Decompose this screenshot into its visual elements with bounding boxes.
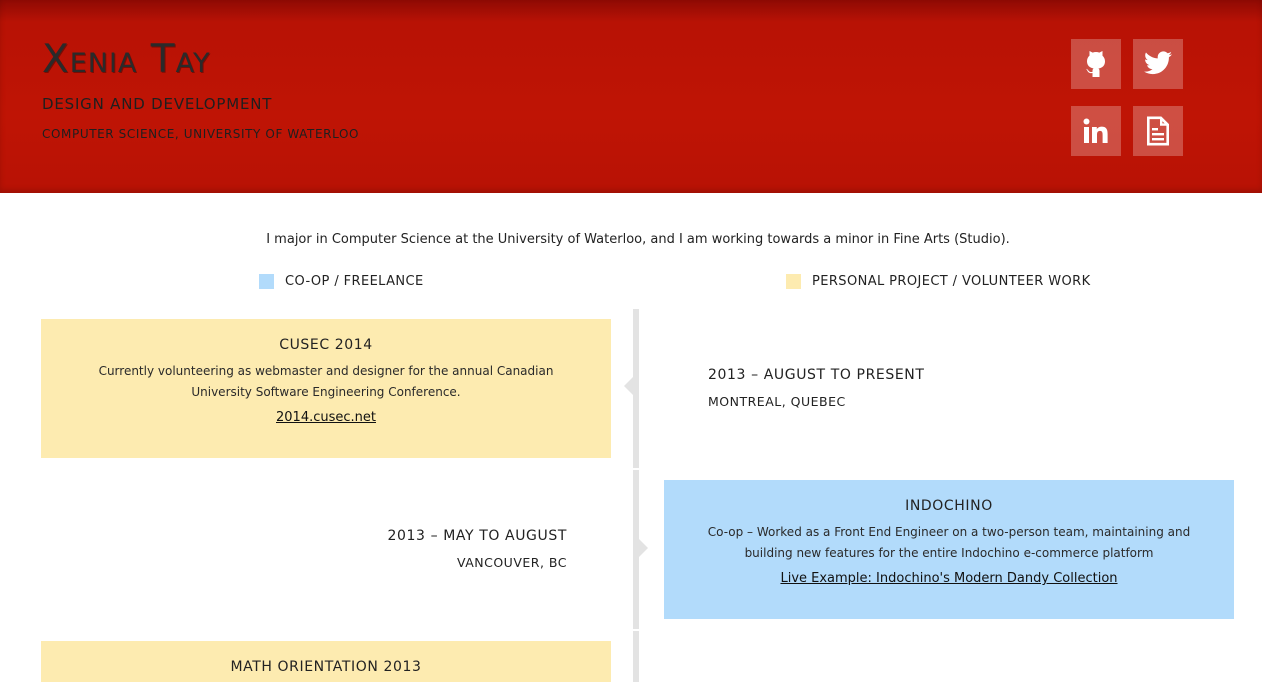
card-title: INDOCHINO bbox=[905, 498, 993, 514]
timeline-separator bbox=[633, 629, 639, 631]
legend-label-personal: PERSONAL PROJECT / VOLUNTEER WORK bbox=[812, 273, 1091, 289]
card-link[interactable]: Live Example: Indochino's Modern Dandy C… bbox=[780, 571, 1117, 586]
twitter-link[interactable] bbox=[1133, 39, 1183, 89]
resume-link[interactable] bbox=[1133, 106, 1183, 156]
legend-coop: CO-OP / FREELANCE bbox=[259, 273, 424, 289]
timeline-card-indochino: INDOCHINO Co-op – Worked as a Front End … bbox=[664, 480, 1234, 619]
linkedin-icon bbox=[1083, 118, 1108, 143]
resume-icon bbox=[1147, 116, 1169, 146]
timeline-date: 2013 – AUGUST TO PRESENT bbox=[708, 367, 925, 383]
site-title: Xenia Tay bbox=[42, 37, 211, 82]
timeline-card-cusec: CUSEC 2014 Currently volunteering as web… bbox=[41, 319, 611, 458]
card-description: Co-op – Worked as a Front End Engineer o… bbox=[707, 525, 1191, 560]
site-subtitle: DESIGN AND DEVELOPMENT bbox=[42, 95, 273, 113]
card-description: Currently volunteering as webmaster and … bbox=[98, 364, 554, 399]
legend-swatch-personal bbox=[786, 273, 801, 289]
github-icon bbox=[1086, 51, 1105, 77]
card-link[interactable]: 2014.cusec.net bbox=[276, 410, 376, 425]
legend-swatch-coop bbox=[259, 273, 274, 289]
timeline-pointer bbox=[624, 377, 633, 395]
timeline-location: MONTREAL, QUEBEC bbox=[708, 394, 846, 409]
timeline-date: 2013 – MAY TO AUGUST bbox=[387, 528, 567, 544]
timeline-separator bbox=[633, 468, 639, 470]
twitter-icon bbox=[1144, 51, 1172, 75]
site-header: Xenia Tay DESIGN AND DEVELOPMENT COMPUTE… bbox=[0, 0, 1262, 193]
card-title: MATH ORIENTATION 2013 bbox=[230, 659, 422, 675]
timeline-card-math-orientation: MATH ORIENTATION 2013 bbox=[41, 641, 611, 682]
intro-text: I major in Computer Science at the Unive… bbox=[266, 232, 1010, 247]
site-school: COMPUTER SCIENCE, UNIVERSITY OF WATERLOO bbox=[42, 127, 360, 141]
timeline-date-block: 2013 – MAY TO AUGUST VANCOUVER, BC bbox=[340, 528, 567, 570]
timeline-location: VANCOUVER, BC bbox=[456, 555, 567, 570]
linkedin-link[interactable] bbox=[1071, 106, 1121, 156]
card-title: CUSEC 2014 bbox=[279, 337, 373, 353]
timeline-pointer bbox=[639, 539, 648, 557]
timeline-line bbox=[633, 309, 639, 682]
legend-personal: PERSONAL PROJECT / VOLUNTEER WORK bbox=[786, 273, 1091, 289]
legend-label-coop: CO-OP / FREELANCE bbox=[285, 273, 424, 289]
github-link[interactable] bbox=[1071, 39, 1121, 89]
timeline-date-block: 2013 – AUGUST TO PRESENT MONTREAL, QUEBE… bbox=[708, 367, 925, 409]
